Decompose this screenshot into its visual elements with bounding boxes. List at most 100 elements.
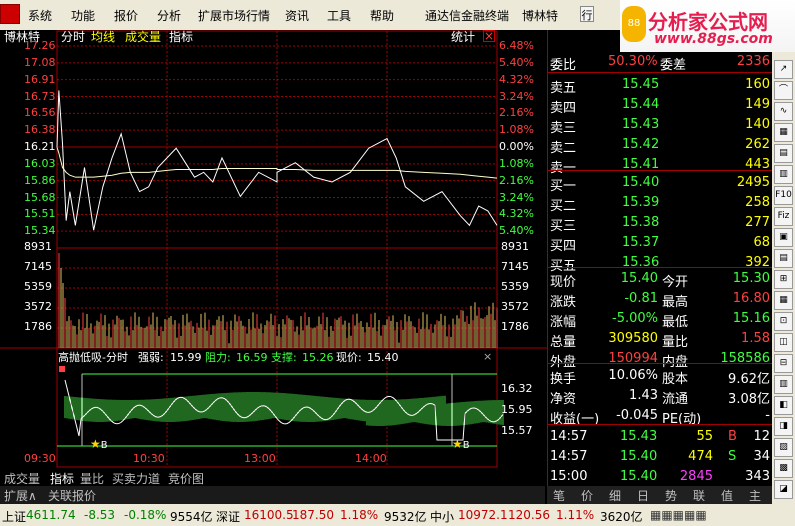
menu-item-system[interactable]: 系统 (28, 7, 52, 24)
tool-icon[interactable]: ▦ (774, 123, 793, 142)
tool-icon[interactable]: ▤ (774, 144, 793, 163)
tool-icon[interactable]: ⌒ (774, 81, 793, 100)
status-field: 中小 (430, 510, 455, 524)
indicator-close-icon[interactable]: × (483, 350, 492, 363)
tab-buy-sell-force[interactable]: 买卖力道 (112, 470, 160, 487)
menu-item-quote[interactable]: 报价 (114, 7, 138, 24)
percent-tick: 3.24% (499, 89, 534, 103)
volume-tick: 8931 (24, 240, 52, 253)
tool-icon[interactable]: ◫ (774, 333, 793, 352)
buy-marker-2: ★B (452, 437, 470, 452)
mode-indicator[interactable]: 指标 (169, 31, 193, 44)
side-tab[interactable]: 日 (637, 487, 649, 504)
tab-volume[interactable]: 成交量 (4, 470, 40, 487)
side-tab[interactable]: 主 (749, 487, 761, 504)
tick-row: 14:57 15.40 474 S 34 (548, 447, 773, 467)
extension-tab-bar: 扩展∧ 关联报价 (0, 486, 545, 504)
percent-tick: 1.08% (499, 156, 534, 170)
stats-button[interactable]: 统计 (451, 31, 475, 44)
price-tick: 16.38 (24, 123, 56, 137)
quote-label: 总量 (550, 335, 577, 350)
mode-average[interactable]: 均线 (91, 31, 115, 44)
tool-icon[interactable]: F10 (774, 186, 793, 205)
support-label: 支撑: (271, 351, 297, 364)
price-tick: 16.56 (24, 106, 56, 120)
tab-extend[interactable]: 扩展∧ (4, 487, 37, 504)
side-tab[interactable]: 值 (721, 487, 733, 504)
tool-icon[interactable]: ◨ (774, 417, 793, 436)
mode-volume[interactable]: 成交量 (125, 31, 161, 44)
finance-value: 3.08亿 (728, 392, 770, 407)
tool-icon[interactable]: ↗ (774, 60, 793, 79)
tab-related-quote[interactable]: 关联报价 (48, 487, 96, 504)
tool-icon[interactable]: ▥ (774, 165, 793, 184)
tool-icon[interactable]: ⊡ (774, 312, 793, 331)
tab-volume-ratio[interactable]: 量比 (80, 470, 104, 487)
menu-item-news[interactable]: 资讯 (285, 7, 309, 24)
price-tick: 16.03 (24, 156, 56, 170)
intraday-chart[interactable] (0, 30, 547, 468)
menu-item-function[interactable]: 功能 (71, 7, 95, 24)
side-tab[interactable]: 细 (609, 487, 621, 504)
percent-tick: 2.16% (499, 173, 534, 187)
tool-icon[interactable]: ▩ (774, 459, 793, 478)
tab-auction[interactable]: 竞价图 (168, 470, 204, 487)
tool-icon[interactable]: ▨ (774, 438, 793, 457)
quote-value: 15.40 (620, 271, 658, 286)
tool-icon[interactable]: ▣ (774, 228, 793, 247)
price-tick: 15.68 (24, 190, 56, 204)
volume-tick: 7145 (24, 260, 52, 273)
buy-level-row: 买一 15.40 2495 (548, 173, 773, 194)
tool-icon[interactable]: ◪ (774, 480, 793, 499)
tool-icon[interactable]: ⊞ (774, 270, 793, 289)
window-control-button[interactable]: 行 (580, 6, 594, 22)
tray-icons[interactable]: ▦▦▦▦▦ (650, 508, 707, 522)
side-tab[interactable]: 笔 (553, 487, 565, 504)
buy-volume: 258 (745, 195, 770, 210)
sell-price: 15.45 (622, 77, 660, 92)
menu-item-analysis[interactable]: 分析 (157, 7, 181, 24)
menu-item-help[interactable]: 帮助 (370, 7, 394, 24)
side-tab[interactable]: 势 (665, 487, 677, 504)
commission-ratio-label: 委比 (550, 58, 577, 73)
sell-level-label: 卖二 (550, 141, 577, 156)
tick-flag: S (728, 449, 737, 464)
tool-icon[interactable]: ◧ (774, 396, 793, 415)
buy-volume: 2495 (736, 175, 770, 190)
strength-value: 15.99 (170, 351, 202, 364)
quote-label: 涨跌 (550, 295, 577, 310)
percent-tick: 5.40% (499, 224, 534, 238)
quote-value: -5.00% (612, 311, 658, 326)
stock-name: 博林特 (522, 9, 559, 23)
finance-label: 股本 (662, 372, 689, 387)
tool-icon[interactable]: Fiz (774, 207, 793, 226)
menu-item-tools[interactable]: 工具 (327, 7, 351, 24)
status-field: 10972.1 (458, 508, 508, 522)
tool-icon[interactable]: ∿ (774, 102, 793, 121)
percent-tick: 0.00% (499, 140, 534, 153)
volume-tick: 1786 (24, 320, 52, 333)
finance-label: 换手 (550, 372, 577, 387)
menu-item-ext-market[interactable]: 扩展市场行情 (198, 7, 270, 24)
tool-icon[interactable]: ⊟ (774, 354, 793, 373)
quote-label: 现价 (550, 275, 577, 290)
status-field: 9532亿 (384, 510, 427, 524)
close-icon[interactable]: × (483, 30, 495, 42)
tool-icon[interactable]: ▥ (774, 375, 793, 394)
chart-tab-bar: 成交量 指标 量比 买卖力道 竞价图 (0, 468, 545, 486)
side-tab[interactable]: 价 (581, 487, 593, 504)
tool-icon[interactable]: ▦ (774, 291, 793, 310)
mode-intraday[interactable]: 分时 (61, 31, 85, 44)
tick-price: 15.40 (620, 449, 658, 464)
price-tick: 16.21 (24, 140, 56, 153)
tab-indicator[interactable]: 指标 (50, 470, 74, 487)
side-tab[interactable]: 联 (693, 487, 705, 504)
quote-value: 15.16 (732, 311, 770, 326)
sell-price: 15.42 (622, 137, 660, 152)
quote-panel: 委比 50.30% 委差 2336 卖五 15.45 160 卖四 15.44 149 卖三 15.4… (547, 30, 773, 504)
status-field: -0.18% (124, 508, 167, 522)
status-field: 120.56 (508, 508, 550, 522)
buy-volume: 277 (745, 215, 770, 230)
tool-icon[interactable]: ▤ (774, 249, 793, 268)
volume-tick: 1786 (501, 320, 529, 333)
